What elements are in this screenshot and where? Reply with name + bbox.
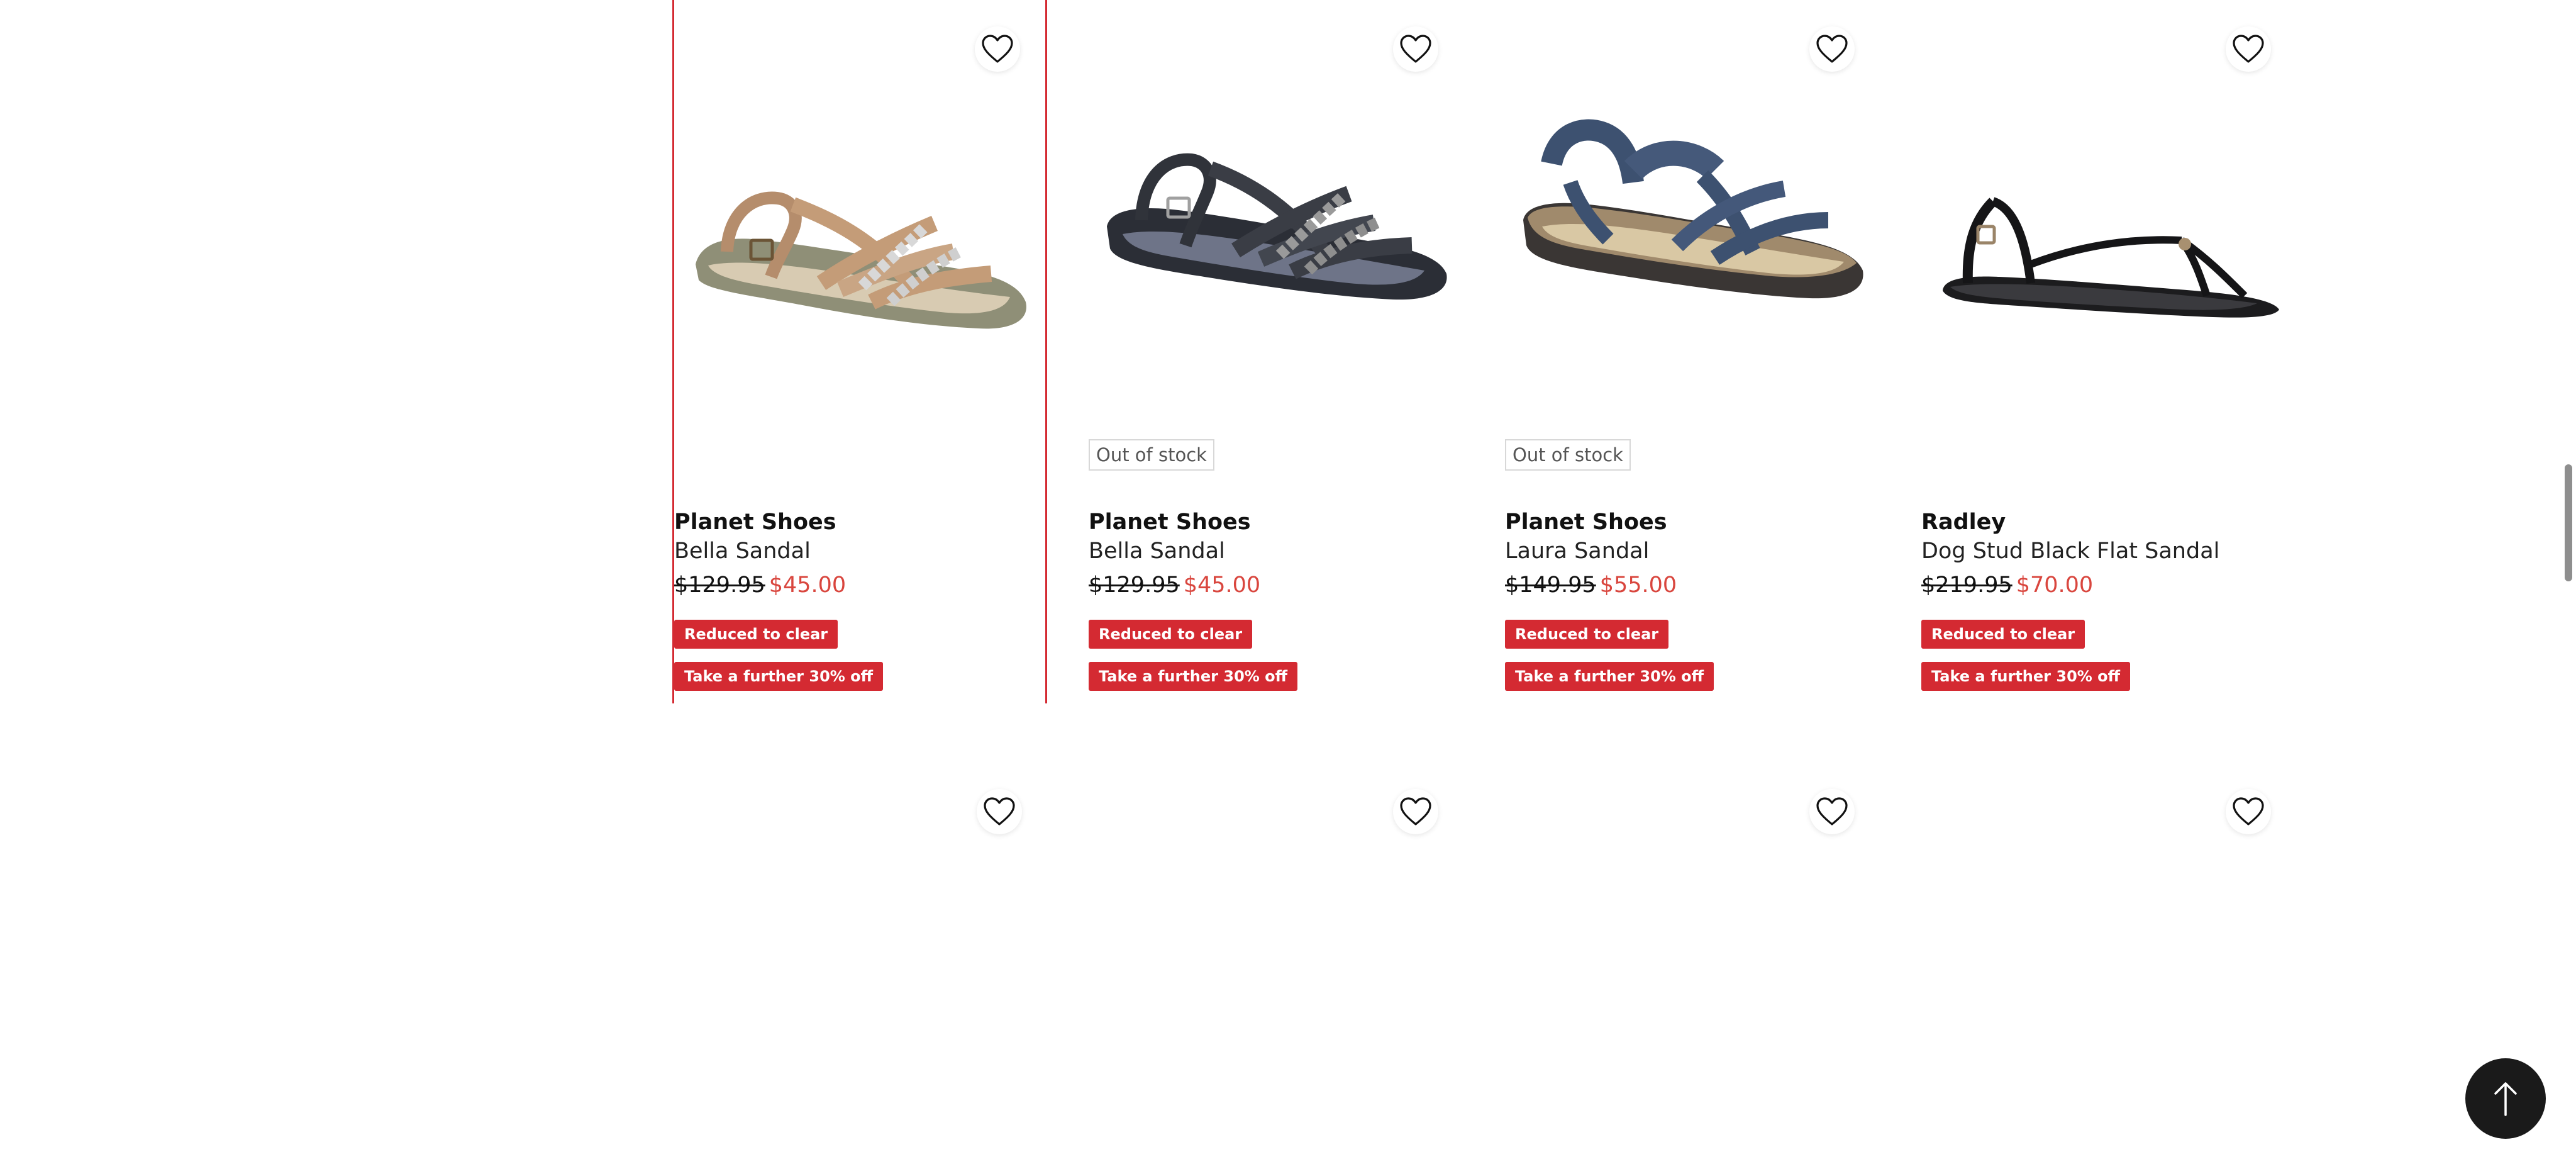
promo-badge-further-off: Take a further 30% off — [674, 662, 884, 691]
product-price: $219.95 $70.00 — [1921, 571, 2093, 599]
promo-badge-reduced: Reduced to clear — [1921, 620, 2085, 649]
wishlist-button[interactable] — [1393, 789, 1438, 834]
promo-badge-reduced: Reduced to clear — [1505, 620, 1669, 649]
promo-badge-further-off: Take a further 30% off — [1505, 662, 1714, 691]
heart-icon — [982, 35, 1013, 63]
tan-strappy-sandal-image — [696, 191, 1026, 329]
product-card[interactable]: Radley Dog Stud Black Flat Sandal $219.9… — [1921, 0, 2296, 703]
heart-icon — [1816, 35, 1848, 63]
product-name[interactable]: Bella Sandal — [1089, 537, 1225, 565]
product-card[interactable]: Out of stock Planet Shoes Bella Sandal $… — [1089, 0, 1463, 703]
back-to-top-button[interactable] — [2465, 1058, 2546, 1139]
promo-badge-further-off: Take a further 30% off — [1089, 662, 1298, 691]
product-image[interactable] — [1514, 94, 1866, 384]
sale-price: $45.00 — [769, 573, 847, 598]
product-grid-row-1: Planet Shoes Bella Sandal $129.95 $45.00 … — [672, 0, 2298, 703]
out-of-stock-label: Out of stock — [1089, 439, 1214, 471]
arrow-up-icon — [2494, 1082, 2517, 1116]
page-scrollbar-thumb[interactable] — [2565, 464, 2572, 581]
original-price: $149.95 — [1505, 573, 1596, 598]
black-flat-thong-sandal-image — [1943, 197, 2279, 318]
product-brand[interactable]: Planet Shoes — [674, 508, 836, 536]
product-card[interactable] — [1921, 761, 2296, 1169]
product-name[interactable]: Laura Sandal — [1505, 537, 1649, 565]
heart-icon — [2233, 35, 2264, 63]
heart-icon — [1400, 35, 1431, 63]
heart-icon — [1816, 797, 1848, 825]
heart-icon — [1400, 797, 1431, 825]
product-name[interactable]: Bella Sandal — [674, 537, 811, 565]
wishlist-button[interactable] — [1393, 26, 1438, 72]
wishlist-button[interactable] — [2226, 789, 2271, 834]
product-name[interactable]: Dog Stud Black Flat Sandal — [1921, 537, 2219, 565]
sale-price: $70.00 — [2016, 573, 2094, 598]
product-image[interactable] — [1097, 94, 1450, 384]
product-price: $149.95 $55.00 — [1505, 571, 1677, 599]
original-price: $219.95 — [1921, 573, 2012, 598]
product-price: $129.95 $45.00 — [674, 571, 846, 599]
out-of-stock-label: Out of stock — [1505, 439, 1631, 471]
wishlist-button[interactable] — [975, 26, 1020, 72]
promo-badge-further-off: Take a further 30% off — [1921, 662, 2131, 691]
product-card[interactable]: Planet Shoes Bella Sandal $129.95 $45.00 … — [672, 0, 1047, 703]
product-card[interactable] — [1089, 761, 1463, 1169]
product-image[interactable] — [683, 94, 1035, 384]
product-card[interactable] — [672, 761, 1047, 1169]
promo-badge-reduced: Reduced to clear — [674, 620, 838, 649]
navy-sport-sandal-image — [1523, 119, 1863, 299]
product-price: $129.95 $45.00 — [1089, 571, 1260, 599]
heart-icon — [2233, 797, 2264, 825]
heart-icon — [984, 797, 1015, 825]
original-price: $129.95 — [674, 573, 765, 598]
product-image[interactable] — [1930, 94, 2282, 384]
sale-price: $55.00 — [1599, 573, 1677, 598]
promo-badge-reduced: Reduced to clear — [1089, 620, 1253, 649]
wishlist-button[interactable] — [1809, 789, 1855, 834]
wishlist-button[interactable] — [2226, 26, 2271, 72]
product-brand[interactable]: Planet Shoes — [1089, 508, 1251, 536]
product-card[interactable]: Out of stock Planet Shoes Laura Sandal $… — [1505, 0, 1880, 703]
wishlist-button[interactable] — [977, 789, 1022, 834]
sale-price: $45.00 — [1183, 573, 1261, 598]
product-brand[interactable]: Radley — [1921, 508, 2006, 536]
product-brand[interactable]: Planet Shoes — [1505, 508, 1667, 536]
product-grid-row-2 — [672, 761, 2298, 1169]
original-price: $129.95 — [1089, 573, 1180, 598]
black-strappy-sandal-image — [1107, 153, 1447, 300]
product-card[interactable] — [1505, 761, 1880, 1169]
wishlist-button[interactable] — [1809, 26, 1855, 72]
